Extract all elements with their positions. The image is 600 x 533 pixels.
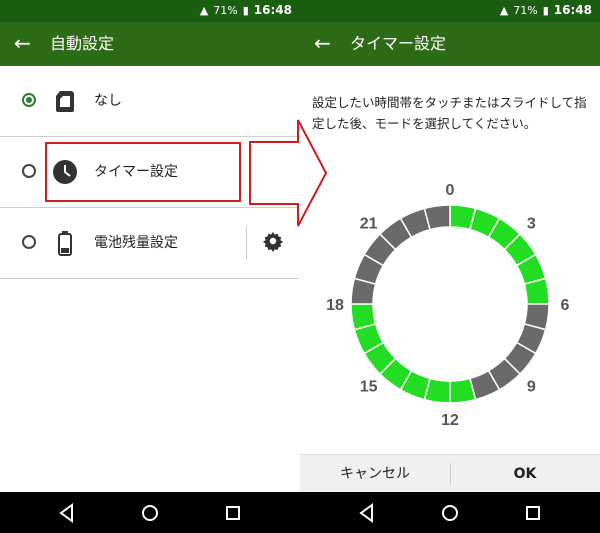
- gear-icon[interactable]: [262, 230, 284, 252]
- right-screen: ▲ 71% ▮ 16:48 ← タイマー設定 設定したい時間帯をタッチまたはスラ…: [300, 0, 600, 533]
- hour-label: 0: [446, 182, 455, 199]
- nav-back-icon[interactable]: [356, 502, 378, 524]
- clock: 16:48: [553, 3, 592, 17]
- signal-icon: ▲: [499, 3, 509, 17]
- instruction-text: 設定したい時間帯をタッチまたはスライドして指定した後、モードを選択してください。: [312, 95, 587, 131]
- hour-label: 21: [360, 216, 378, 233]
- page-title: 自動設定: [50, 34, 115, 53]
- nav-home-icon[interactable]: [439, 502, 461, 524]
- radio-battery[interactable]: [22, 235, 36, 249]
- hour-label: 6: [561, 297, 570, 314]
- highlight-box: [45, 142, 241, 202]
- back-arrow-icon[interactable]: ←: [14, 31, 31, 55]
- option-label: なし: [94, 93, 122, 109]
- hour-label: 15: [360, 378, 378, 395]
- hour-label: 12: [441, 412, 459, 429]
- app-bar: ← 自動設定: [0, 22, 300, 66]
- nav-home-icon[interactable]: [139, 502, 161, 524]
- cancel-button[interactable]: キャンセル: [300, 455, 450, 493]
- nav-recents-icon[interactable]: [522, 502, 544, 524]
- battery-level: 71%: [513, 3, 538, 17]
- clock: 16:48: [253, 3, 292, 17]
- ok-button[interactable]: OK: [450, 455, 600, 493]
- nav-back-icon[interactable]: [56, 502, 78, 524]
- left-screen: ▲ 71% ▮ 16:48 ← 自動設定 なし タイマー設定 電池残量設定: [0, 0, 300, 533]
- page-title: タイマー設定: [350, 34, 447, 53]
- nav-recents-icon[interactable]: [222, 502, 244, 524]
- radio-timer[interactable]: [22, 164, 36, 178]
- battery-status-icon: ▮: [542, 3, 549, 17]
- button-bar: キャンセル OK: [300, 454, 600, 493]
- transition-arrow-icon: [249, 119, 328, 227]
- back-arrow-icon[interactable]: ←: [314, 31, 331, 55]
- hour-label: 9: [527, 378, 536, 395]
- signal-icon: ▲: [199, 3, 209, 17]
- hour-label: 3: [527, 216, 536, 233]
- divider: [246, 226, 247, 260]
- nav-bar: [0, 492, 300, 533]
- status-bar: ▲ 71% ▮ 16:48: [0, 0, 300, 22]
- sim-card-icon: [56, 91, 74, 112]
- battery-status-icon: ▮: [242, 3, 249, 17]
- app-bar: ← タイマー設定: [300, 22, 600, 66]
- status-bar: ▲ 71% ▮ 16:48: [300, 0, 600, 22]
- battery-icon: [58, 231, 72, 256]
- nav-bar: [300, 492, 600, 533]
- hour-label: 18: [326, 297, 344, 314]
- battery-level: 71%: [213, 3, 238, 17]
- radio-none[interactable]: [22, 93, 36, 107]
- timer-wheel[interactable]: 0 3 6 9 12 15 18 21: [300, 170, 600, 430]
- option-label: 電池残量設定: [94, 235, 178, 251]
